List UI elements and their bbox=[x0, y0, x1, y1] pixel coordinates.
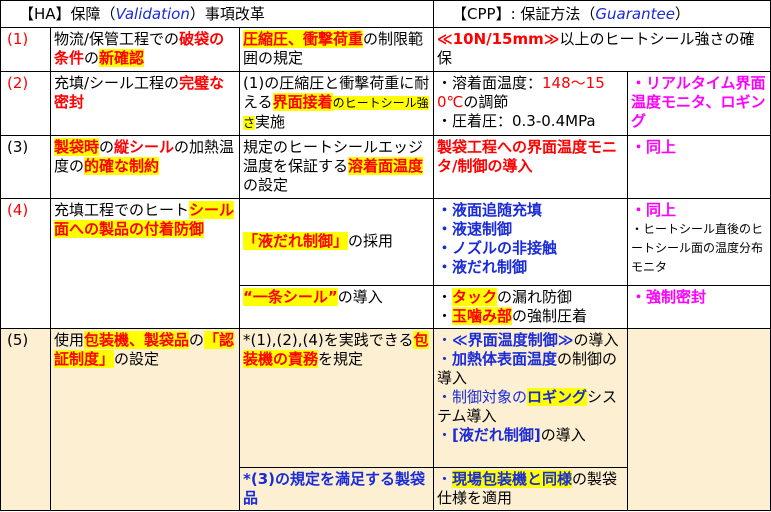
table-row: (2) 充填/シール工程の完璧な密封 (1)の圧縮圧と衝撃荷重に耐える界面接着の… bbox=[0, 70, 771, 137]
ha-reform: 「液だれ制御」の採用 bbox=[239, 197, 434, 286]
cpp-method: ・タックの漏れ防御 ・玉噛み部の強制圧着 bbox=[433, 284, 628, 330]
validation-label: Validation bbox=[115, 4, 190, 23]
table-row: (3) 製袋時の縦シールの加熱温度の的確な制約 規定のヒートシールエッジ温度を保… bbox=[0, 135, 771, 199]
ha-item: 充填工程でのヒートシール面への製品の付着防御 bbox=[50, 197, 240, 330]
cpp-method: ・現場包装機と同様の製袋仕様を適用 bbox=[433, 466, 628, 512]
header-row: 【HA】保障（Validation）事項改革 【CPP】: 保証方法（Guara… bbox=[0, 0, 771, 29]
cpp-method: 製袋工程への界面温度モニタ/制御の導入 bbox=[433, 135, 628, 199]
row-number: (4) bbox=[0, 197, 51, 330]
row-number: (3) bbox=[0, 135, 51, 199]
ha-item: 物流/保管工程での破袋の条件の新確認 bbox=[50, 27, 240, 72]
ha-reform: 規定のヒートシールエッジ温度を保証する溶着面温度の設定 bbox=[239, 135, 434, 199]
row-number: (2) bbox=[0, 70, 51, 137]
ha-item: 製袋時の縦シールの加熱温度の的確な制約 bbox=[50, 135, 240, 199]
table-row: (4) 充填工程でのヒートシール面への製品の付着防御 「液だれ制御」の採用 ・液… bbox=[0, 197, 771, 330]
header-ha: 【HA】保障（Validation）事項改革 bbox=[0, 0, 434, 29]
ha-reform: (1)の圧縮圧と衝撃荷重に耐える界面接着のヒートシール強さ実施 bbox=[239, 70, 434, 137]
cpp-method: ≪10N/15mm≫以上のヒートシール強さの確保 bbox=[433, 27, 771, 72]
ha-item: 充填/シール工程の完璧な密封 bbox=[50, 70, 240, 137]
cpp-monitor: ・同上 bbox=[627, 135, 771, 199]
ha-reform: “一条シール”の導入 bbox=[239, 284, 434, 330]
guarantee-label: Guarantee bbox=[595, 4, 675, 23]
header-cpp: 【CPP】: 保証方法（Guarantee） bbox=[433, 0, 771, 29]
ha-reform: *(3)の規定を満足する製袋品 bbox=[239, 466, 434, 512]
guarantee-table: 【HA】保障（Validation）事項改革 【CPP】: 保証方法（Guara… bbox=[0, 0, 771, 512]
table-row: (1) 物流/保管工程での破袋の条件の新確認 圧縮圧、衝撃荷重の制限範囲の規定 … bbox=[0, 27, 771, 72]
row-number: (1) bbox=[0, 27, 51, 72]
table-row: (5) 使用包装機、製袋品の「認証制度」の設定 *(1),(2),(4)を実践で… bbox=[0, 328, 771, 511]
cpp-method: ・≪界面温度制御≫の導入 ・加熱体表面温度の制御の導入 ・制御対象のロギングシス… bbox=[433, 328, 628, 468]
cpp-monitor-empty bbox=[627, 328, 771, 511]
ha-reform: *(1),(2),(4)を実践できる包装機の責務を規定 bbox=[239, 328, 434, 468]
cpp-monitor: ・同上 ・ヒートシール直後のヒートシール面の温度分布モニタ bbox=[627, 197, 771, 286]
ha-item: 使用包装機、製袋品の「認証制度」の設定 bbox=[50, 328, 240, 511]
cpp-method: ・液面追随充填 ・液速制御 ・ノズルの非接触 ・液だれ制御 bbox=[433, 197, 628, 286]
cpp-monitor: ・強制密封 bbox=[627, 284, 771, 330]
ha-reform: 圧縮圧、衝撃荷重の制限範囲の規定 bbox=[239, 27, 434, 72]
cpp-method: ・溶着面温度：148～150℃の調節 ・圧着圧：0.3-0.4MPa bbox=[433, 70, 628, 137]
row-number: (5) bbox=[0, 328, 51, 511]
cpp-monitor: ・リアルタイム界面温度モニタ、ロギング bbox=[627, 70, 771, 137]
